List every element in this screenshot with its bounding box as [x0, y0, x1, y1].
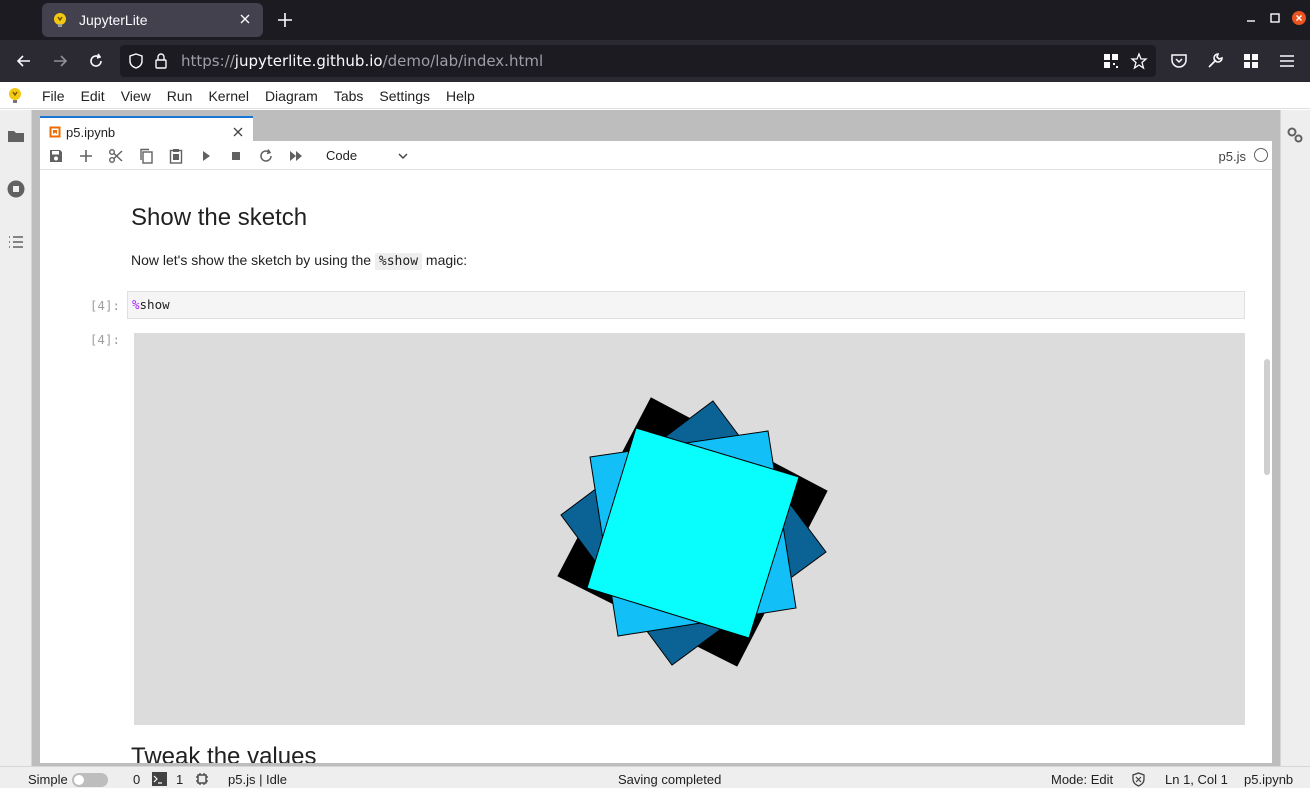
terminal-count[interactable]: 0: [133, 772, 140, 787]
paragraph-text-before: Now let's show the sketch by using the: [131, 252, 375, 268]
kernel-status-circle-icon: [1254, 148, 1268, 162]
terminal-icon[interactable]: [152, 772, 167, 786]
url-path: /demo/lab/index.html: [382, 52, 544, 70]
menu-file[interactable]: File: [34, 88, 73, 104]
kernel-status[interactable]: p5.js | Idle: [228, 772, 287, 787]
simple-mode-label: Simple: [28, 772, 68, 787]
kernel-chip-icon[interactable]: [195, 772, 209, 786]
jupyter-menubar: File Edit View Run Kernel Diagram Tabs Settings…: [0, 82, 1310, 109]
add-cell-icon[interactable]: [78, 148, 94, 164]
code-cell-editor[interactable]: %show: [127, 291, 1245, 319]
lock-icon[interactable]: [153, 52, 169, 70]
chevron-down-icon[interactable]: [397, 150, 409, 162]
status-bar: Simple 0 1 p5.js | Idle Saving completed…: [0, 766, 1310, 788]
current-file: p5.ipynb: [1244, 772, 1294, 787]
input-prompt: [4]:: [89, 298, 120, 313]
trusted-shield-icon[interactable]: [1131, 772, 1146, 787]
paragraph-text-after: magic:: [422, 252, 468, 268]
interrupt-kernel-icon[interactable]: [228, 148, 244, 164]
toggle-knob: [74, 775, 84, 785]
p5-sketch-canvas: [557, 397, 828, 667]
simple-mode-toggle[interactable]: [72, 773, 108, 787]
jupyterlite-favicon-icon: [54, 13, 66, 27]
close-window-icon[interactable]: [1292, 11, 1306, 25]
browser-tabstrip: JupyterLite: [0, 0, 1310, 40]
run-cell-icon[interactable]: [198, 148, 214, 164]
menu-diagram[interactable]: Diagram: [257, 88, 326, 104]
maximize-window-icon[interactable]: [1268, 11, 1282, 25]
notebook-tab-label: p5.ipynb: [66, 124, 116, 140]
new-tab-icon[interactable]: [276, 11, 294, 29]
code-text: show: [139, 297, 170, 312]
hamburger-menu-icon[interactable]: [1277, 51, 1297, 71]
cursor-position[interactable]: Ln 1, Col 1: [1165, 772, 1228, 787]
menu-help[interactable]: Help: [438, 88, 483, 104]
main-dock-area: p5.ipynb Code p5.js Show the sketch Now …: [32, 110, 1280, 766]
cell-type-select[interactable]: Code: [326, 148, 357, 163]
wrench-icon[interactable]: [1205, 51, 1225, 71]
kernel-count[interactable]: 1: [176, 772, 183, 787]
menu-run[interactable]: Run: [159, 88, 201, 104]
magic-sign: %: [132, 297, 140, 312]
copy-icon[interactable]: [138, 148, 154, 164]
bookmark-star-icon[interactable]: [1130, 52, 1148, 70]
menu-tabs[interactable]: Tabs: [326, 88, 372, 104]
notebook-file-icon: [49, 126, 61, 138]
restart-kernel-icon[interactable]: [258, 148, 274, 164]
menu-edit[interactable]: Edit: [73, 88, 113, 104]
left-sidebar: [0, 110, 32, 766]
save-icon[interactable]: [48, 148, 64, 164]
status-message: Saving completed: [618, 772, 722, 787]
browser-navbar: https://jupyterlite.github.io/demo/lab/i…: [0, 40, 1310, 82]
extensions-icon[interactable]: [1241, 51, 1261, 71]
menu-view[interactable]: View: [113, 88, 159, 104]
browser-tab[interactable]: JupyterLite: [42, 3, 263, 37]
inline-code: %show: [374, 253, 423, 270]
qr-code-icon[interactable]: [1102, 52, 1120, 70]
property-inspector-gears-icon[interactable]: [1286, 126, 1304, 144]
shield-icon[interactable]: [127, 52, 145, 70]
menu-settings[interactable]: Settings: [371, 88, 438, 104]
right-sidebar: [1280, 110, 1310, 766]
running-sessions-icon[interactable]: [7, 180, 25, 198]
cut-icon[interactable]: [108, 148, 124, 164]
url-prefix: https://: [181, 52, 235, 70]
jupyterlite-logo-icon: [9, 88, 21, 103]
notebook-content[interactable]: Show the sketch Now let's show the sketc…: [40, 171, 1272, 763]
browser-tab-title: JupyterLite: [79, 12, 148, 28]
output-prompt: [4]:: [89, 332, 120, 347]
p5-sketch-output[interactable]: [134, 333, 1245, 725]
folder-icon[interactable]: [7, 127, 25, 145]
close-tab-icon[interactable]: [237, 11, 253, 27]
notebook-toolbar: Code p5.js: [40, 141, 1272, 170]
editor-mode: Mode: Edit: [1051, 772, 1114, 787]
markdown-paragraph: Now let's show the sketch by using the %…: [131, 252, 468, 270]
markdown-heading: Show the sketch: [131, 204, 308, 231]
forward-icon[interactable]: [50, 51, 70, 71]
pocket-icon[interactable]: [1169, 51, 1189, 71]
paste-icon[interactable]: [168, 148, 184, 164]
reload-icon[interactable]: [86, 51, 106, 71]
back-icon[interactable]: [14, 51, 34, 71]
notebook-scrollbar[interactable]: [1264, 359, 1270, 475]
minimize-window-icon[interactable]: [1244, 11, 1258, 25]
table-of-contents-icon[interactable]: [7, 233, 25, 251]
kernel-name[interactable]: p5.js: [1219, 149, 1246, 164]
url-text: https://jupyterlite.github.io/demo/lab/i…: [181, 52, 543, 70]
url-host: jupyterlite.github.io: [234, 52, 383, 70]
restart-run-all-icon[interactable]: [288, 148, 304, 164]
menu-kernel[interactable]: Kernel: [200, 88, 256, 104]
notebook-panel: Code p5.js Show the sketch Now let's sho…: [40, 141, 1272, 763]
close-notebook-tab-icon[interactable]: [232, 126, 244, 138]
url-bar[interactable]: https://jupyterlite.github.io/demo/lab/i…: [120, 45, 1156, 77]
next-markdown-heading: Tweak the values: [131, 743, 317, 763]
menu-items: File Edit View Run Kernel Diagram Tabs Settings…: [34, 82, 483, 109]
